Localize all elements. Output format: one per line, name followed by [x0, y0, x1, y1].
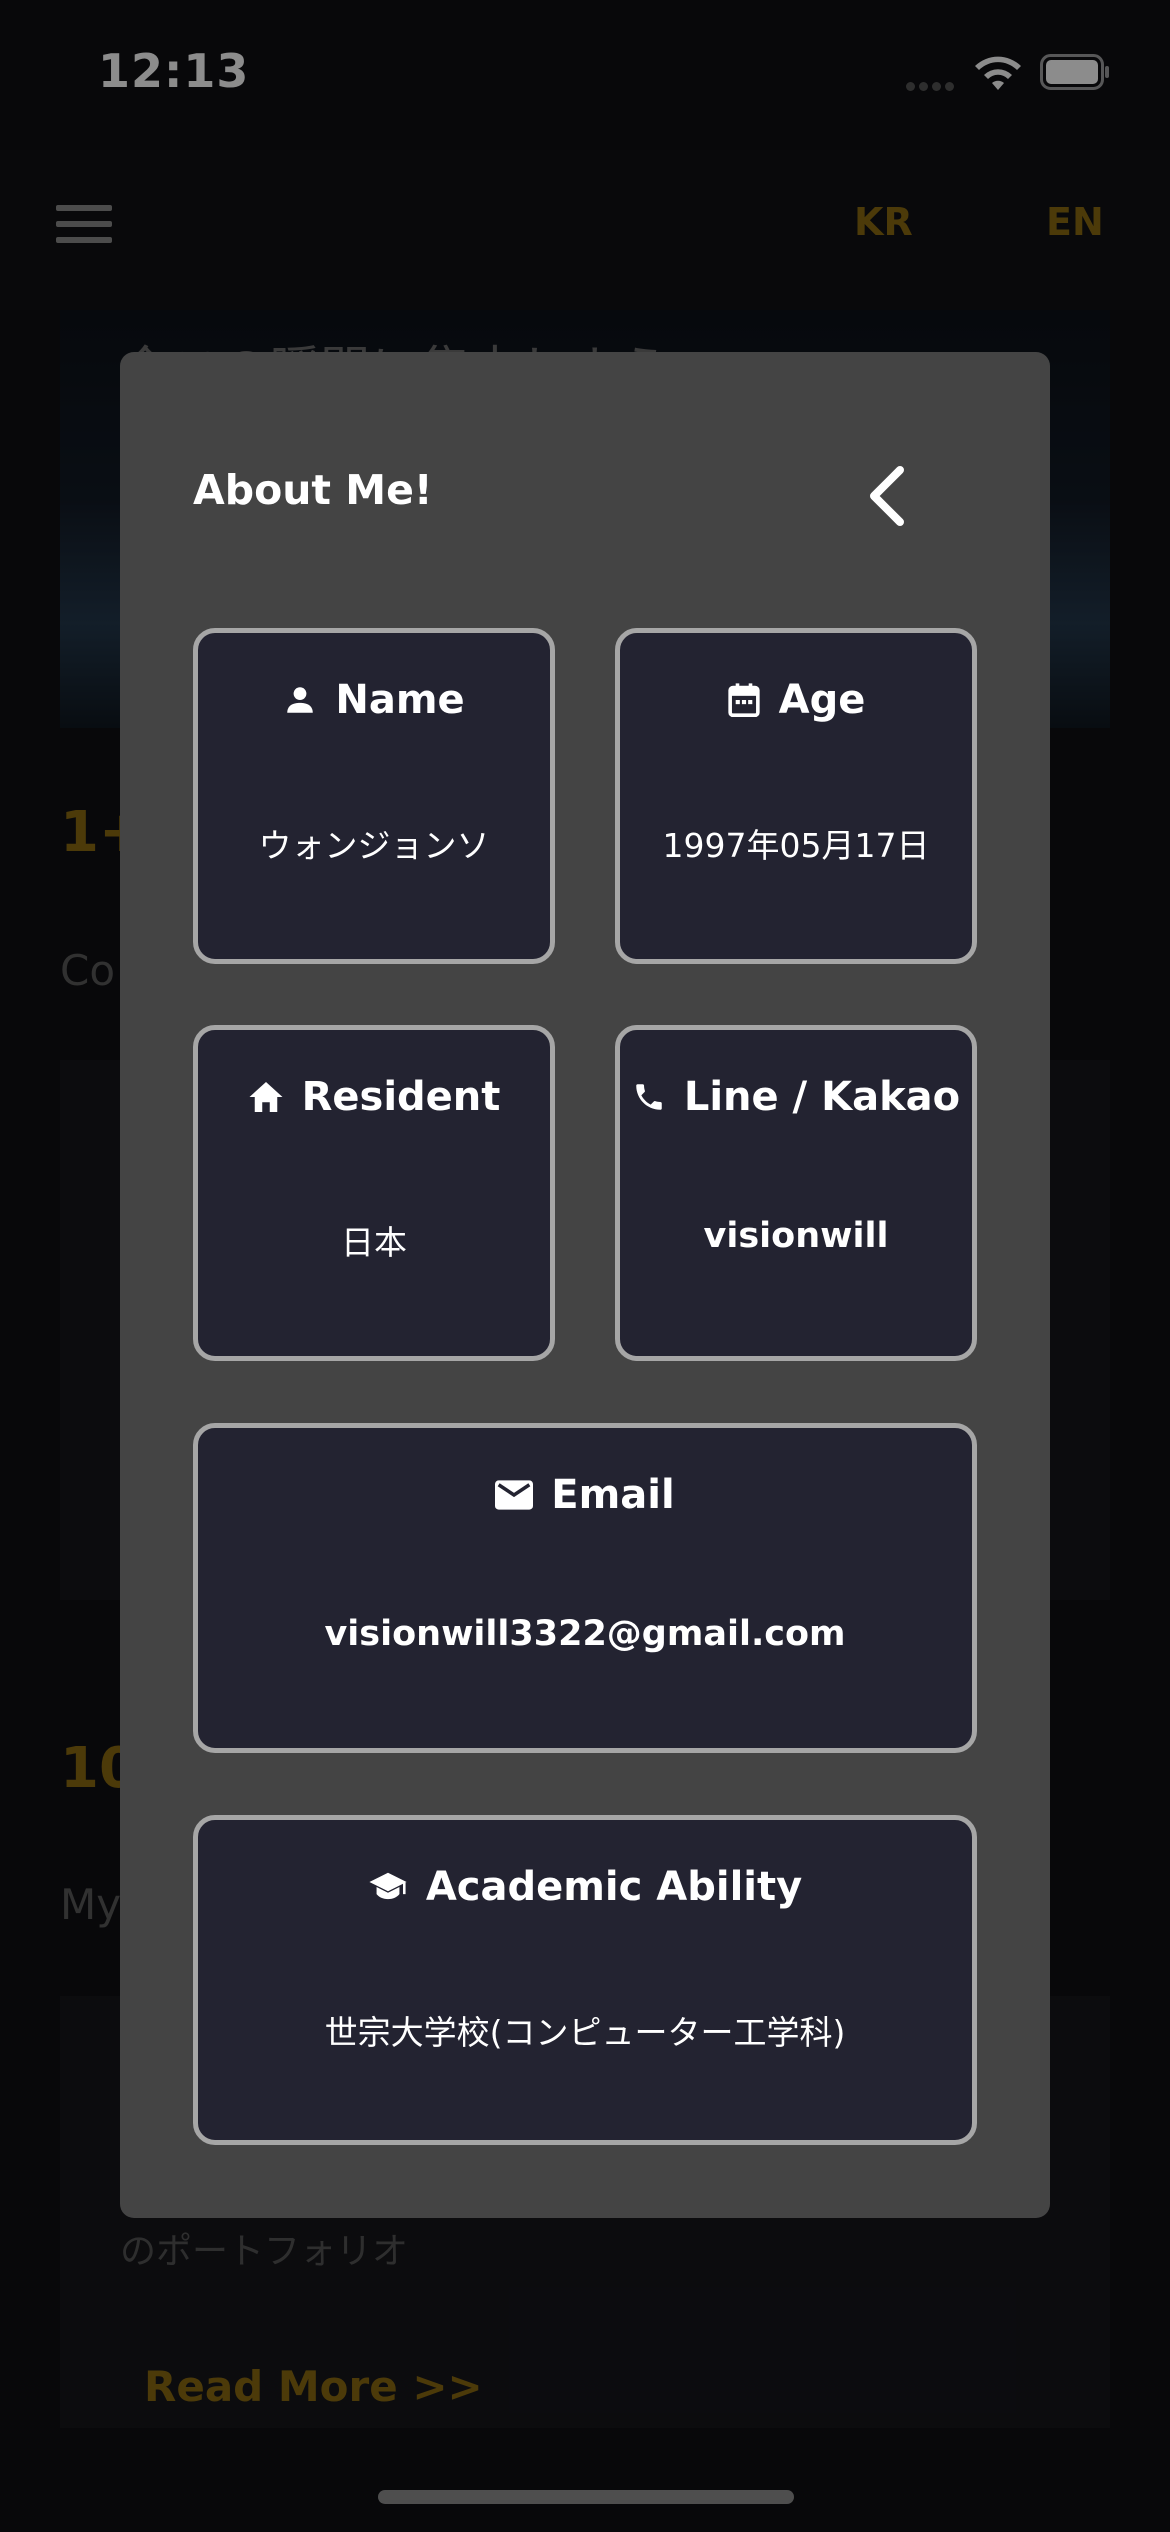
email-label: Email — [551, 1472, 675, 1518]
academic-card: Academic Ability 世宗大学校(コンピューター工学科) — [193, 1815, 977, 2145]
contact-card-header: Line / Kakao — [620, 1074, 972, 1120]
graduation-cap-icon — [369, 1872, 407, 1900]
email-value[interactable]: visionwill3322@gmail.com — [198, 1614, 972, 1654]
mail-icon — [495, 1480, 534, 1510]
modal-title: About Me! — [193, 466, 433, 514]
resident-card-header: Resident — [198, 1074, 550, 1120]
age-card-header: Age — [620, 677, 972, 723]
resident-label: Resident — [301, 1074, 501, 1120]
resident-card: Resident 日本 — [193, 1025, 555, 1361]
back-chevron-icon[interactable] — [860, 462, 916, 530]
name-card-header: Name — [198, 677, 550, 723]
academic-card-header: Academic Ability — [198, 1864, 972, 1910]
academic-value: 世宗大学校(コンピューター工学科) — [324, 2013, 846, 2052]
name-value: ウォンジョンソ — [258, 826, 490, 865]
age-card: Age 1997年05月17日 — [615, 628, 977, 964]
calendar-icon — [727, 683, 760, 718]
age-label: Age — [778, 677, 866, 723]
person-icon — [287, 687, 314, 713]
age-value: 1997年05月17日 — [662, 826, 930, 865]
email-card: Email visionwill3322@gmail.com — [193, 1423, 977, 1753]
contact-value: visionwill — [703, 1216, 889, 1256]
email-card-header: Email — [198, 1472, 972, 1518]
resident-value: 日本 — [341, 1223, 407, 1262]
contact-card: Line / Kakao visionwill — [615, 1025, 977, 1361]
phone-icon — [636, 1084, 662, 1110]
home-icon — [249, 1082, 283, 1112]
contact-label: Line / Kakao — [683, 1074, 961, 1120]
name-card: Name ウォンジョンソ — [193, 628, 555, 964]
name-label: Name — [335, 677, 465, 723]
academic-label: Academic Ability — [425, 1864, 803, 1910]
